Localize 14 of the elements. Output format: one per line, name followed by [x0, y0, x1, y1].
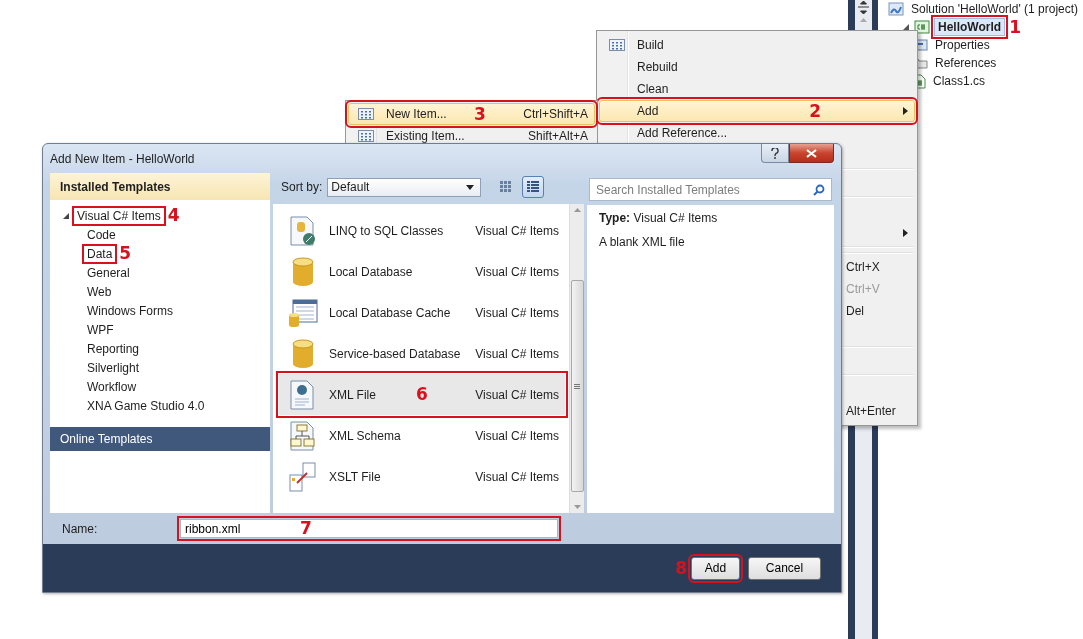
name-label: Name: — [62, 521, 99, 536]
section-header: Installed Templates — [50, 173, 270, 200]
callout-number: 4 — [167, 207, 180, 224]
callout-number: 2 — [809, 102, 821, 120]
callout-number: 3 — [474, 105, 486, 123]
sort-label: Sort by: — [281, 180, 323, 194]
callout-number: 8 — [675, 559, 687, 577]
callout-number: 6 — [416, 384, 428, 404]
callout-number: 7 — [300, 520, 312, 537]
callout-number: 5 — [119, 245, 132, 262]
type-text: Type: Visual C# Items — [599, 211, 719, 225]
callout-number: 1 — [1009, 18, 1021, 36]
window-title: Add New Item - HelloWorld — [50, 151, 195, 166]
description-text: A blank XML file — [599, 235, 686, 249]
